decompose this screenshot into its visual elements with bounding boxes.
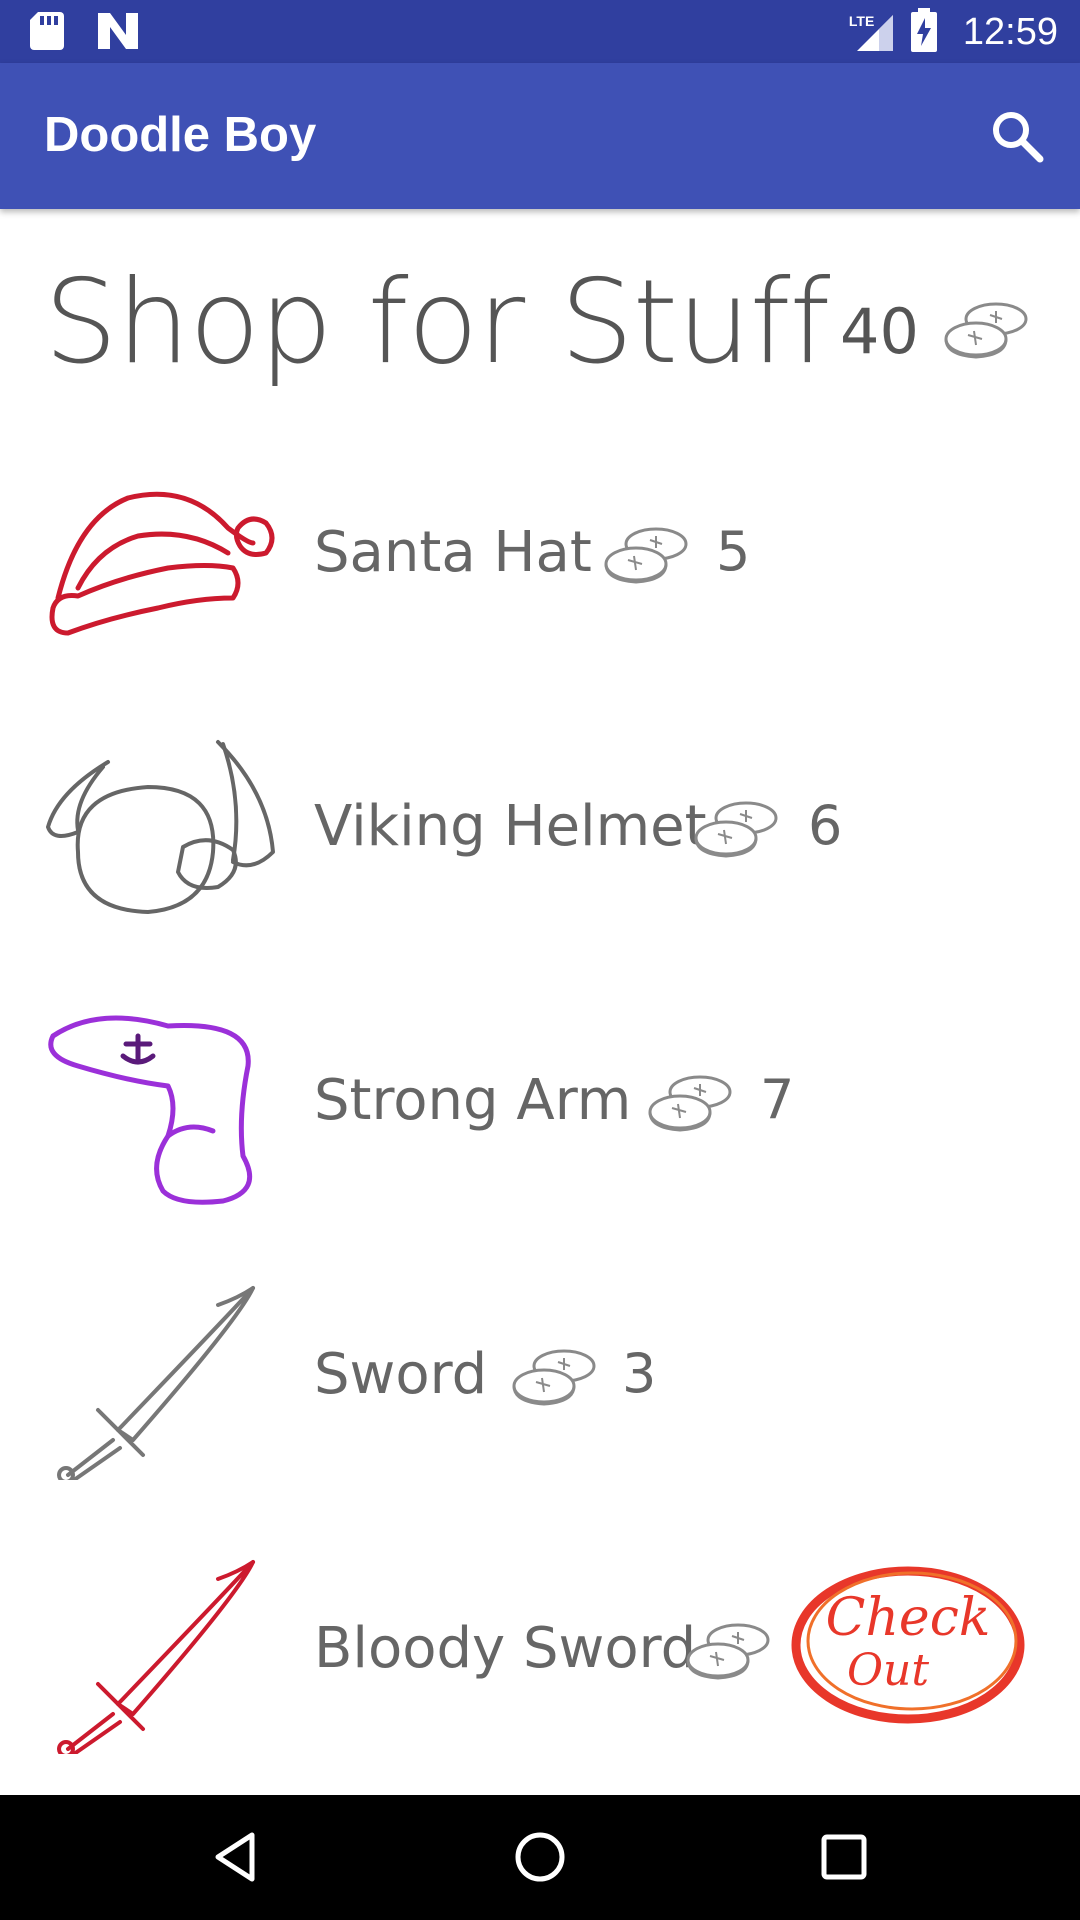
page-title: Shop for Stuff xyxy=(44,255,830,390)
checkout-label-line1: Check xyxy=(826,1588,991,1648)
coin-icon xyxy=(694,801,778,858)
santa-hat-icon xyxy=(49,491,275,636)
search-button[interactable] xyxy=(986,105,1050,169)
shop-item-sword[interactable]: Sword 3 xyxy=(0,1242,1080,1516)
coin-icon xyxy=(944,302,1028,359)
shop-item-viking-helmet[interactable]: Viking Helmet 6 xyxy=(0,694,1080,968)
sd-card-icon xyxy=(30,12,64,55)
coin-icon xyxy=(604,527,688,584)
bloody-sword-icon xyxy=(57,1560,255,1754)
app-bar: Doodle Boy xyxy=(0,63,1080,209)
item-name: Sword xyxy=(314,1342,488,1407)
viking-helmet-icon xyxy=(46,740,275,914)
item-price: 7 xyxy=(760,1068,795,1131)
shop-item-santa-hat[interactable]: Santa Hat 5 xyxy=(0,420,1080,694)
status-bar: LTE 12:59 xyxy=(0,0,1080,63)
home-icon xyxy=(515,1832,565,1882)
coin-icon xyxy=(686,1623,770,1680)
item-name: Viking Helmet xyxy=(314,794,707,859)
search-icon xyxy=(993,112,1044,163)
status-time: 12:59 xyxy=(962,11,1058,53)
checkout-label-line2: Out xyxy=(847,1645,929,1696)
checkout-button[interactable]: Check Out xyxy=(790,1555,1030,1730)
item-name: Strong Arm xyxy=(314,1068,632,1133)
sword-icon xyxy=(57,1286,255,1480)
recents-button[interactable] xyxy=(814,1827,874,1887)
strong-arm-icon xyxy=(48,1015,253,1205)
lte-signal-icon: LTE xyxy=(849,11,895,55)
back-icon xyxy=(215,1832,255,1882)
item-price: 3 xyxy=(622,1342,657,1405)
checkout-badge: Check Out xyxy=(791,1566,1025,1724)
item-name: Bloody Sword xyxy=(314,1616,697,1681)
app-title: Doodle Boy xyxy=(44,108,317,162)
navigation-bar xyxy=(0,1795,1080,1920)
item-name: Santa Hat xyxy=(314,520,592,585)
recents-icon xyxy=(821,1834,867,1880)
notification-n-icon xyxy=(98,13,138,54)
battery-charging-icon xyxy=(910,8,937,57)
shop-item-strong-arm[interactable]: Strong Arm 7 xyxy=(0,968,1080,1242)
coin-balance: 40 xyxy=(840,295,919,368)
coin-icon xyxy=(648,1075,732,1132)
item-price: 6 xyxy=(808,794,843,857)
back-button[interactable] xyxy=(206,1827,266,1887)
item-price: 5 xyxy=(716,520,751,583)
coin-icon xyxy=(512,1349,596,1406)
home-button[interactable] xyxy=(510,1827,570,1887)
